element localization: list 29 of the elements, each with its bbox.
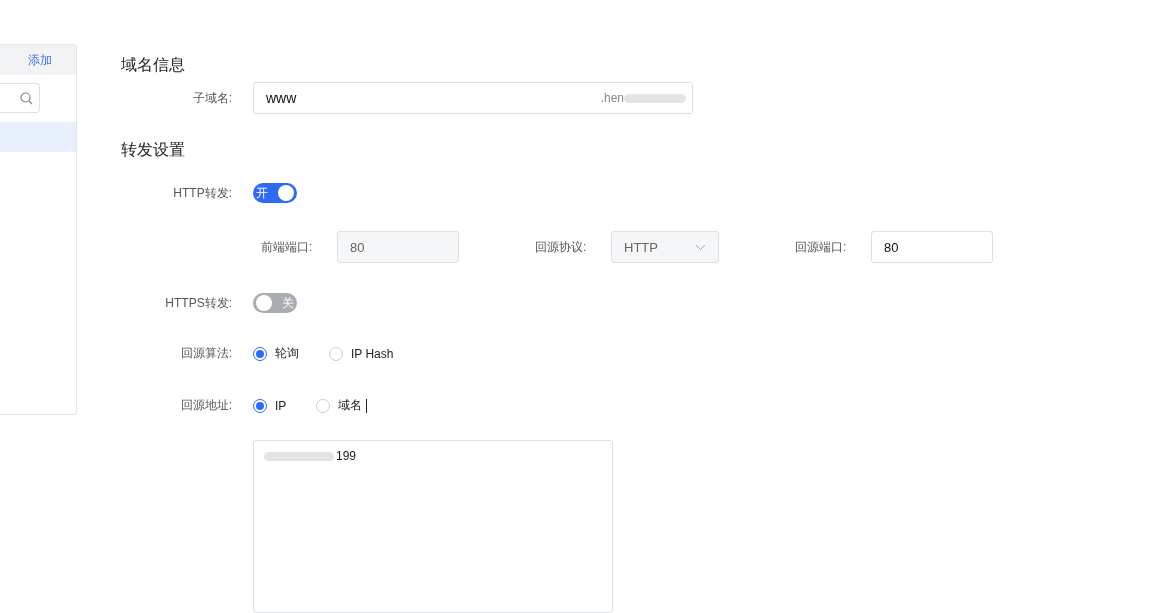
port-input[interactable]: 80	[871, 231, 993, 263]
text-cursor	[366, 398, 368, 413]
field-label: 回源算法:	[179, 345, 232, 362]
redaction-mark	[624, 93, 686, 103]
chevron-down-icon	[695, 243, 706, 251]
field-label: 回源协议:	[535, 238, 588, 256]
subdomain-input[interactable]: www .hen	[253, 82, 693, 114]
field-label: HTTP转发:	[172, 184, 232, 202]
field-label: 子域名:	[191, 89, 232, 107]
section-title: 域名信息	[121, 55, 186, 75]
radio-option[interactable]: IP Hash	[329, 346, 394, 361]
field-label: 回源地址:	[179, 397, 232, 414]
section-title: 转发设置	[121, 140, 186, 160]
search-icon	[20, 91, 33, 105]
field-label: 回源端口:	[795, 238, 848, 256]
address-text: 199	[336, 449, 357, 463]
port-input[interactable]: 80	[337, 231, 459, 263]
toggle-switch[interactable]: 开	[253, 183, 297, 203]
address-textarea[interactable]: 199	[253, 440, 613, 613]
field-label: HTTPS转发:	[164, 294, 232, 312]
protocol-select[interactable]: HTTP	[611, 231, 719, 263]
add-link[interactable]: 添加	[28, 51, 52, 69]
radio-option[interactable]: 域名	[316, 397, 363, 414]
radio-option[interactable]: IP	[253, 398, 287, 413]
domain-suffix: .hen	[600, 91, 624, 105]
field-label: 前端端口:	[261, 238, 314, 256]
radio-option[interactable]: 轮询	[253, 345, 299, 362]
redaction-mark	[264, 452, 334, 461]
search-field[interactable]	[0, 83, 40, 113]
